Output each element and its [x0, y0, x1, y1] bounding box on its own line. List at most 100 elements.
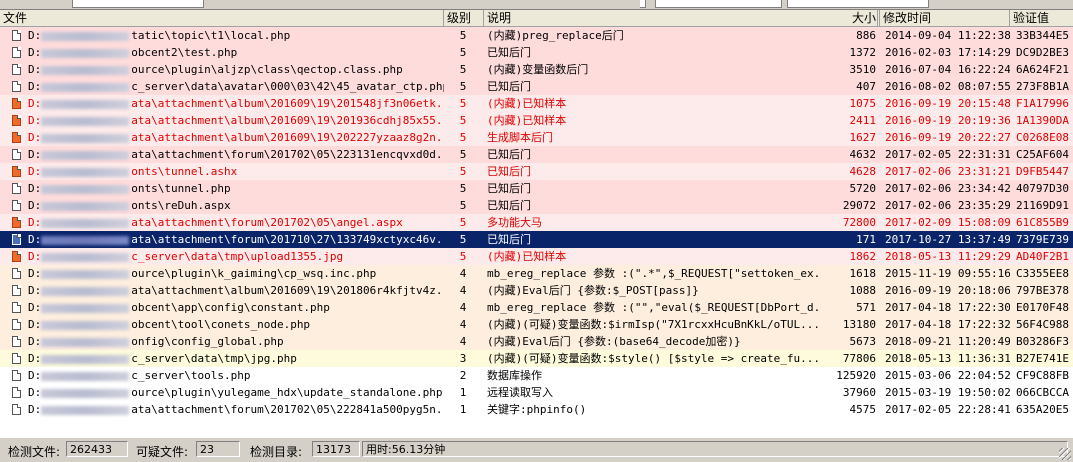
cell-drive: D: — [28, 369, 42, 382]
cell-level: 4 — [459, 284, 467, 297]
cell-file-path: D: c_server\data\avatar\000\03\42\45_avat… — [0, 78, 444, 95]
table-row[interactable]: D: ource\plugin\k_gaiming\cp_wsq.inc.php 4… — [0, 265, 1073, 282]
cell-hash: 635A20E5 — [1016, 403, 1069, 416]
table-row[interactable]: D: obcent2\test.php 5 已知后门 1372 2016-02-03 17… — [0, 44, 1073, 61]
redacted-path-segment — [41, 167, 130, 177]
cell-hash: C3355EE8 — [1016, 267, 1069, 280]
redacted-path-segment — [41, 65, 130, 75]
table-row[interactable]: D: onts\tunnel.php 5 已知后门 5720 2017-02-06 23:… — [0, 180, 1073, 197]
table-row[interactable]: D: obcent\tool\conets_node.php 4 (内藏)(可疑)变量… — [0, 316, 1073, 333]
cell-description: (内藏)已知样本 — [487, 250, 567, 263]
cell-path: ource\plugin\aljzp\class\qectop.class.ph… — [131, 63, 403, 76]
table-row[interactable]: D: ata\attachment\album\201609\19\202227y… — [0, 129, 1073, 146]
table-row[interactable]: D: obcent\app\config\constant.php 4 mb_ereg… — [0, 299, 1073, 316]
cell-path: obcent\tool\conets_node.php — [131, 318, 311, 331]
column-header-file[interactable]: 文件 — [0, 10, 444, 26]
cell-description: (内藏)Eval后门 {参数:$_POST[pass]} — [487, 284, 699, 297]
cell-level: 5 — [459, 63, 467, 76]
table-row[interactable]: D: tatic\topic\t1\local.php 5 (内藏)preg_repl… — [0, 27, 1073, 44]
cell-size: 886 — [856, 29, 876, 42]
table-row[interactable]: D: c_server\data\tmp\jpg.php 3 (内藏)(可疑)变量函数… — [0, 350, 1073, 367]
toolbar-strip — [0, 0, 1073, 9]
suspicious-files-label: 可疑文件: — [136, 445, 189, 459]
redacted-path-segment — [41, 133, 130, 143]
top-input-left[interactable] — [72, 0, 204, 8]
redacted-path-segment — [41, 303, 130, 313]
resize-grip-icon[interactable] — [1059, 448, 1071, 460]
cell-level: 4 — [459, 267, 467, 280]
top-input-right[interactable] — [787, 0, 929, 8]
cell-hash: B03286F3 — [1016, 335, 1069, 348]
cell-description: 已知后门 — [487, 148, 531, 161]
cell-size: 4632 — [849, 148, 877, 161]
cell-file-path: D: ata\attachment\album\201609\19\202227y… — [0, 129, 444, 146]
column-header-hash[interactable]: 验证值 — [1010, 10, 1073, 26]
cell-hash: B27E741E — [1016, 352, 1069, 365]
table-row[interactable]: D: ata\attachment\forum\201702\05\222841a… — [0, 401, 1073, 418]
cell-file-path: D: obcent\app\config\constant.php — [0, 299, 444, 316]
cell-path: onts\tunnel.ashx — [131, 165, 238, 178]
cell-drive: D: — [28, 46, 42, 59]
cell-size: 5673 — [849, 335, 877, 348]
cell-file-path: D: ata\attachment\forum\201702\05\angel.a… — [0, 214, 444, 231]
column-header-desc[interactable]: 说明 — [484, 10, 878, 26]
cell-size: 72800 — [842, 216, 876, 229]
cell-hash: 6A624F21 — [1016, 63, 1069, 76]
table-row[interactable]: D: c_server\data\avatar\000\03\42\45_avat… — [0, 78, 1073, 95]
cell-size: 3510 — [849, 63, 877, 76]
redacted-path-segment — [41, 405, 130, 415]
table-row[interactable]: D: c_server\tools.php 2 数据库操作 125920 2015-03-… — [0, 367, 1073, 384]
table-row[interactable]: D: ata\attachment\forum\201702\05\angel.a… — [0, 214, 1073, 231]
table-row[interactable]: D: ource\plugin\aljzp\class\qectop.class.… — [0, 61, 1073, 78]
cell-hash: 33B344E5 — [1016, 29, 1069, 42]
column-header-size[interactable]: 大小 — [820, 10, 880, 26]
cell-hash: C25AF604 — [1016, 148, 1069, 161]
results-table[interactable]: 文件 级别 说明 大小 修改时间 验证值 D: tatic\topic\t1\lo… — [0, 9, 1073, 438]
cell-size: 1372 — [849, 46, 877, 59]
cell-file-path: D: onts\tunnel.ashx — [0, 163, 444, 180]
table-row[interactable]: D: ource\plugin\yulegame_hdx\update_stand… — [0, 384, 1073, 401]
cell-drive: D: — [28, 80, 42, 93]
top-input-mid[interactable] — [655, 0, 782, 8]
table-row[interactable]: D: ata\attachment\album\201609\19\201936c… — [0, 112, 1073, 129]
cell-description: (内藏)已知样本 — [487, 114, 567, 127]
cell-level: 4 — [459, 335, 467, 348]
column-header-level[interactable]: 级别 — [444, 10, 484, 26]
cell-hash: D9FB5447 — [1016, 165, 1069, 178]
cell-file-path: D: ource\plugin\yulegame_hdx\update_stand… — [0, 384, 444, 401]
cell-drive: D: — [28, 216, 42, 229]
cell-size: 125920 — [836, 369, 876, 382]
cell-modified-time: 2017-04-18 17:22:32 — [885, 318, 1010, 331]
cell-level: 5 — [459, 97, 467, 110]
cell-level: 3 — [459, 352, 467, 365]
table-row[interactable]: D: ata\attachment\album\201609\19\201806r… — [0, 282, 1073, 299]
redacted-path-segment — [41, 184, 130, 194]
cell-modified-time: 2015-03-19 19:50:02 — [885, 386, 1010, 399]
table-row[interactable]: D: onts\reDuh.aspx 5 已知后门 29072 2017-02-06 23… — [0, 197, 1073, 214]
table-row[interactable]: D: c_server\data\tmp\upload1355.jpg 5 (内藏)已… — [0, 248, 1073, 265]
redacted-path-segment — [41, 150, 130, 160]
cell-level: 5 — [459, 216, 467, 229]
cell-level: 5 — [459, 29, 467, 42]
cell-size: 1627 — [849, 131, 877, 144]
cell-drive: D: — [28, 301, 42, 314]
table-row[interactable]: D: ata\attachment\forum\201710\27\133749x… — [0, 231, 1073, 248]
cell-file-path: D: obcent2\test.php — [0, 44, 444, 61]
table-row[interactable]: D: ata\attachment\forum\201702\05\223131e… — [0, 146, 1073, 163]
table-row[interactable]: D: onts\tunnel.ashx 5 已知后门 4628 2017-02-06 23… — [0, 163, 1073, 180]
redacted-path-segment — [41, 252, 130, 262]
cell-drive: D: — [28, 182, 42, 195]
cell-path: ource\plugin\yulegame_hdx\update_standal… — [131, 386, 443, 399]
cell-file-path: D: tatic\topic\t1\local.php — [0, 27, 444, 44]
table-row[interactable]: D: onfig\config_global.php 4 (内藏)Eval后门 {参数… — [0, 333, 1073, 350]
redacted-path-segment — [41, 235, 130, 245]
table-row[interactable]: D: ata\attachment\album\201609\19\201548j… — [0, 95, 1073, 112]
checked-files-label: 检测文件: — [8, 445, 61, 459]
cell-modified-time: 2017-04-18 17:22:30 — [885, 301, 1010, 314]
cell-description: 多功能大马 — [487, 216, 542, 229]
column-header-time[interactable]: 修改时间 — [880, 10, 1010, 26]
cell-level: 5 — [459, 46, 467, 59]
cell-path: c_server\data\tmp\jpg.php — [131, 352, 297, 365]
cell-file-path: D: ata\attachment\forum\201710\27\133749x… — [0, 231, 444, 248]
cell-hash: 61C855B9 — [1016, 216, 1069, 229]
